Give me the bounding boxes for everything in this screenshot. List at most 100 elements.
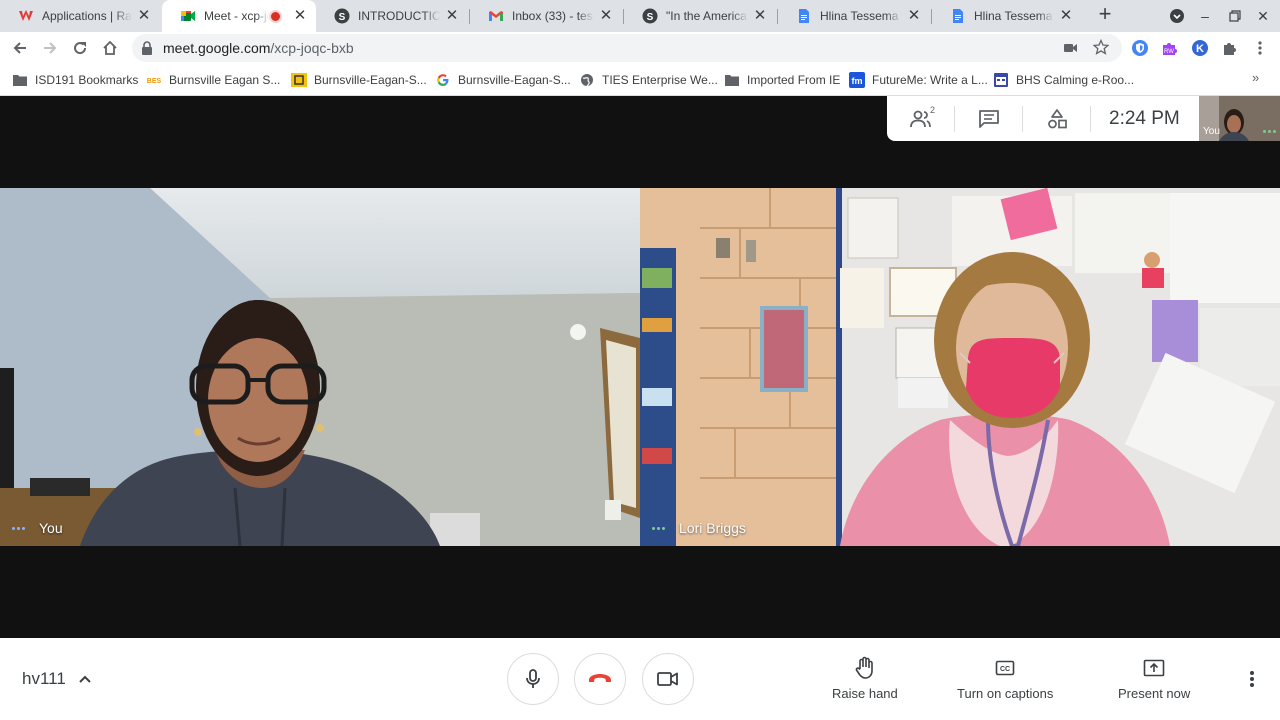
yellow-box-icon bbox=[291, 72, 307, 88]
calendar-icon bbox=[993, 72, 1009, 88]
folder-icon bbox=[12, 72, 28, 88]
restore-icon[interactable] bbox=[1225, 6, 1245, 26]
tab-docs-1[interactable]: Hlina Tessema - Co ✕ bbox=[778, 0, 930, 32]
bookmark-label: ISD191 Bookmarks bbox=[35, 73, 139, 87]
meet-stage: You Lori Briggs 2 2:24 PM You bbox=[0, 96, 1280, 638]
present-now-button[interactable]: Present now bbox=[1118, 656, 1190, 701]
bookmark-futureme[interactable]: fm FutureMe: Write a L... bbox=[849, 71, 988, 89]
tab-title: Inbox (33) - tessh1 bbox=[512, 9, 594, 23]
meeting-clock: 2:24 PM bbox=[1109, 107, 1180, 129]
bookmark-bhs-calming[interactable]: BHS Calming e-Roo... bbox=[993, 71, 1134, 89]
microphone-icon bbox=[526, 669, 540, 688]
chrome-menu-icon[interactable] bbox=[1251, 39, 1269, 57]
camera-in-use-icon[interactable] bbox=[1064, 41, 1078, 60]
bookmark-imported-ie[interactable]: Imported From IE bbox=[724, 71, 840, 89]
bookmark-label: BHS Calming e-Roo... bbox=[1016, 73, 1135, 87]
forward-arrow-icon[interactable] bbox=[38, 36, 62, 60]
address-bar[interactable]: meet.google.com/xcp-joqc-bxb bbox=[132, 34, 1122, 62]
lock-icon[interactable] bbox=[140, 40, 156, 56]
puzzle-purple-extension-icon[interactable]: RW bbox=[1161, 39, 1179, 57]
bookmarks-bar: ISD191 Bookmarks BES Burnsville Eagan S.… bbox=[0, 64, 1280, 96]
camera-button[interactable] bbox=[642, 653, 694, 705]
tab-meet[interactable]: Meet - xcp-joqc-bxb ✕ bbox=[162, 0, 316, 32]
captions-button[interactable]: CC Turn on captions bbox=[957, 656, 1053, 701]
tab-applications[interactable]: Applications | Rapid ✕ bbox=[0, 0, 160, 32]
bookmark-label: FutureMe: Write a L... bbox=[872, 73, 988, 87]
tab-close-icon[interactable]: ✕ bbox=[444, 8, 460, 24]
more-options-icon[interactable] bbox=[1240, 667, 1264, 691]
tab-close-icon[interactable]: ✕ bbox=[598, 8, 614, 24]
audio-indicator-icon bbox=[652, 526, 667, 530]
tab-title: Applications | Rapid bbox=[42, 9, 132, 23]
google-icon bbox=[435, 72, 451, 88]
participants-count-badge: 2 bbox=[930, 105, 936, 115]
bookmark-burnsville-1[interactable]: BES Burnsville Eagan S... bbox=[146, 71, 281, 89]
tab-title: INTRODUCTION TO bbox=[358, 9, 440, 23]
bookmark-label: Burnsville-Eagan-S... bbox=[314, 73, 427, 87]
minimize-icon[interactable]: – bbox=[1195, 6, 1215, 26]
svg-text:BES: BES bbox=[147, 78, 162, 85]
tab-docs-2[interactable]: Hlina Tessema - St ✕ bbox=[932, 0, 1082, 32]
audio-indicator-icon bbox=[1261, 130, 1276, 133]
closed-captions-icon: CC bbox=[995, 656, 1015, 680]
reload-icon[interactable] bbox=[68, 36, 92, 60]
meeting-details-toggle[interactable]: hv111 bbox=[22, 669, 92, 689]
bookmark-burnsville-3[interactable]: Burnsville-Eagan-S... bbox=[435, 71, 571, 89]
fm-icon: fm bbox=[849, 72, 865, 88]
video-feed-lori-briggs bbox=[640, 188, 1280, 546]
chat-button[interactable] bbox=[955, 96, 1022, 141]
recording-indicator-icon bbox=[269, 9, 282, 23]
tab-close-icon[interactable]: ✕ bbox=[136, 8, 152, 24]
activities-button[interactable] bbox=[1023, 96, 1090, 141]
bookmark-isd191[interactable]: ISD191 Bookmarks bbox=[12, 71, 138, 89]
video-feed-you bbox=[0, 188, 640, 546]
bookmark-label: TIES Enterprise We... bbox=[602, 73, 718, 87]
browser-toolbar: meet.google.com/xcp-joqc-bxb RW K bbox=[0, 32, 1280, 64]
tab-introduction[interactable]: S INTRODUCTION TO ✕ bbox=[316, 0, 468, 32]
bes-icon: BES bbox=[146, 72, 162, 88]
tab-strip: Applications | Rapid ✕ Meet - xcp-joqc-b… bbox=[0, 0, 1280, 32]
tab-close-icon[interactable]: ✕ bbox=[1058, 8, 1074, 24]
red-app-icon bbox=[18, 8, 34, 24]
new-tab-button[interactable]: + bbox=[1094, 3, 1116, 26]
extensions-puzzle-icon[interactable] bbox=[1221, 39, 1239, 57]
tab-search-icon[interactable] bbox=[1167, 6, 1187, 26]
video-tile-you[interactable]: You bbox=[0, 188, 640, 546]
close-window-icon[interactable]: ✕ bbox=[1253, 6, 1273, 26]
raise-hand-button[interactable]: Raise hand bbox=[832, 656, 898, 701]
shield-extension-icon[interactable] bbox=[1131, 39, 1149, 57]
tab-close-icon[interactable]: ✕ bbox=[292, 8, 308, 24]
svg-text:fm: fm bbox=[852, 76, 863, 86]
tab-close-icon[interactable]: ✕ bbox=[906, 8, 922, 24]
svg-text:CC: CC bbox=[1000, 666, 1010, 673]
people-button[interactable]: 2 bbox=[887, 96, 954, 141]
bookmark-label: Imported From IE bbox=[747, 73, 841, 87]
tab-title: Hlina Tessema - St bbox=[974, 9, 1054, 23]
k-extension-icon[interactable]: K bbox=[1191, 39, 1209, 57]
url-path: /xcp-joqc-bxb bbox=[270, 40, 354, 56]
microphone-button[interactable] bbox=[507, 653, 559, 705]
bookmark-star-icon[interactable] bbox=[1092, 38, 1110, 60]
svg-text:RW: RW bbox=[1164, 49, 1174, 55]
tab-title: "In the American Sto bbox=[666, 9, 748, 23]
bookmark-ties[interactable]: TIES Enterprise We... bbox=[579, 71, 718, 89]
leave-call-button[interactable] bbox=[574, 653, 626, 705]
tab-american-story[interactable]: S "In the American Sto ✕ bbox=[624, 0, 776, 32]
self-view-label: You bbox=[1203, 126, 1220, 137]
svg-text:S: S bbox=[339, 12, 346, 23]
docs-icon bbox=[796, 8, 812, 24]
tab-close-icon[interactable]: ✕ bbox=[752, 8, 768, 24]
activities-shapes-icon bbox=[1047, 108, 1067, 128]
camera-icon bbox=[657, 672, 678, 686]
meeting-info-card: 2 2:24 PM bbox=[887, 96, 1199, 141]
meet-icon bbox=[180, 8, 196, 24]
bookmark-burnsville-2[interactable]: Burnsville-Eagan-S... bbox=[291, 71, 427, 89]
bookmarks-overflow-icon[interactable]: » bbox=[1252, 70, 1259, 85]
s-circle-icon: S bbox=[642, 8, 658, 24]
home-icon[interactable] bbox=[98, 36, 122, 60]
video-tile-lori-briggs[interactable]: Lori Briggs bbox=[640, 188, 1280, 546]
tab-inbox[interactable]: Inbox (33) - tessh1 ✕ bbox=[470, 0, 622, 32]
captions-label: Turn on captions bbox=[957, 686, 1054, 701]
self-view-thumbnail[interactable]: You bbox=[1199, 96, 1280, 141]
back-arrow-icon[interactable] bbox=[8, 36, 32, 60]
